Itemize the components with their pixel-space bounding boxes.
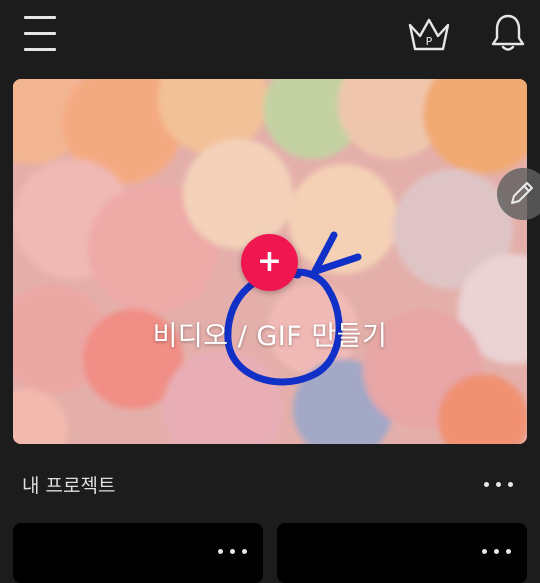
premium-crown-icon[interactable]: P [407, 16, 451, 52]
create-video-gif-label: 비디오 / GIF 만들기 [152, 321, 388, 352]
project-card[interactable] [13, 523, 263, 583]
my-projects-title: 내 프로젝트 [22, 475, 116, 497]
plus-icon: + [256, 244, 283, 279]
top-bar: P [0, 0, 540, 70]
crown-badge-letter: P [426, 35, 433, 48]
add-project-button[interactable]: + [241, 234, 298, 291]
section-more-options-icon[interactable] [484, 480, 518, 490]
hamburger-menu-icon[interactable] [24, 16, 56, 52]
project-card-more-icon[interactable] [482, 547, 516, 557]
edit-button[interactable] [497, 168, 540, 220]
project-card-more-icon[interactable] [218, 547, 252, 557]
pencil-icon [511, 182, 533, 204]
create-video-banner[interactable]: + 비디오 / GIF 만들기 [13, 79, 527, 444]
notification-bell-icon[interactable] [489, 13, 527, 53]
project-card[interactable] [277, 523, 527, 583]
